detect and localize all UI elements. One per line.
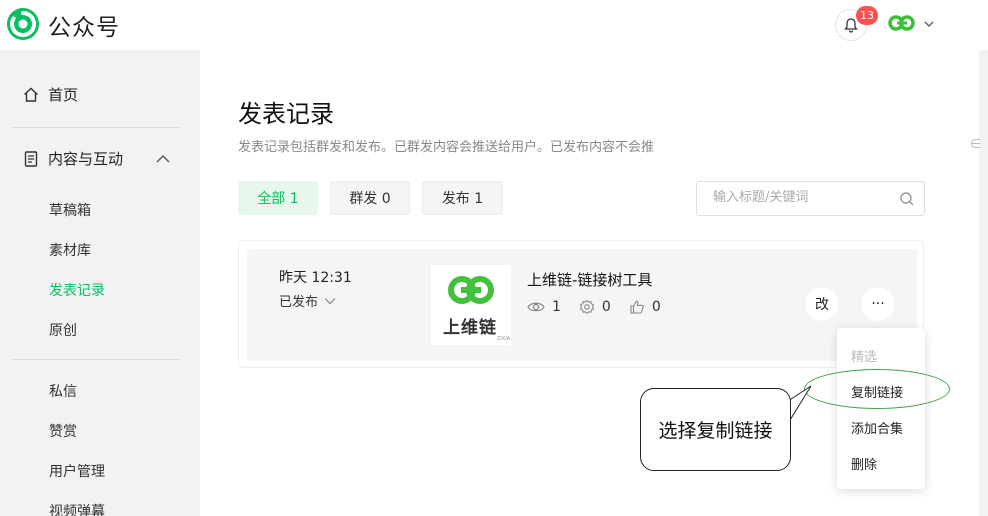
sidebar-item-messages[interactable]: 私信 — [49, 381, 77, 401]
sidebar-item-label: 首页 — [48, 86, 79, 104]
sidebar-section-content[interactable]: 内容与互动 — [22, 148, 123, 169]
sidebar-item-original[interactable]: 原创 — [49, 320, 77, 340]
article-title[interactable]: 上维链-链接树工具 — [527, 269, 652, 290]
tab-all[interactable]: 全部 1 — [238, 181, 318, 215]
edge-glyph: ∈ — [970, 137, 982, 152]
wechat-logo-icon[interactable] — [6, 7, 40, 41]
home-icon — [24, 87, 38, 102]
annotation-callout: 选择复制链接 — [640, 388, 791, 471]
sidebar-item-rewards[interactable]: 赞赏 — [49, 421, 77, 441]
record-row: 昨天 12:31 已发布 上维链 ZIXIA 上维链-链接树工具 1 0 0 改… — [247, 249, 917, 361]
sidebar-divider — [12, 359, 180, 360]
sidebar-item-materials[interactable]: 素材库 — [49, 240, 91, 260]
sidebar: 首页 内容与互动 草稿箱 素材库 发表记录 原创 私信 赞赏 用户管理 视频弹幕 — [0, 50, 200, 516]
views-stat: 1 — [527, 299, 561, 315]
more-options-button[interactable]: ··· — [861, 287, 895, 321]
record-time: 昨天 12:31 — [279, 270, 352, 286]
search-input[interactable] — [713, 190, 893, 205]
article-thumbnail[interactable]: 上维链 ZIXIA — [431, 265, 511, 345]
thumbnail-text: 上维链 — [443, 318, 497, 338]
shares-stat: 0 — [579, 299, 611, 315]
sidebar-item-drafts[interactable]: 草稿箱 — [49, 200, 91, 220]
tab-published[interactable]: 发布 1 — [422, 181, 503, 215]
tab-mass-send[interactable]: 群发 0 — [330, 181, 410, 215]
brand-title[interactable]: 公众号 — [48, 8, 120, 42]
page-description: 发表记录包括群发和发布。已群发内容会推送给用户。已发布内容不会推 — [238, 140, 655, 155]
chevron-up-icon[interactable] — [155, 153, 171, 165]
menu-item-featured: 精选 — [851, 350, 878, 365]
likes-count: 0 — [651, 299, 661, 315]
sidebar-item-danmaku[interactable]: 视频弹幕 — [49, 501, 105, 516]
sidebar-item-users[interactable]: 用户管理 — [49, 461, 105, 481]
sidebar-divider — [12, 127, 180, 128]
record-card: 昨天 12:31 已发布 上维链 ZIXIA 上维链-链接树工具 1 0 0 改… — [238, 240, 924, 368]
chevron-down-icon[interactable] — [922, 17, 936, 31]
sidebar-section-label: 内容与互动 — [48, 150, 124, 168]
link-chain-icon — [448, 276, 494, 304]
menu-item-add-collection[interactable]: 添加合集 — [851, 418, 903, 437]
account-avatar-icon[interactable] — [888, 12, 916, 36]
thumbnail-small-text: ZIXIA — [497, 336, 511, 342]
menu-item-delete[interactable]: 删除 — [851, 454, 877, 473]
eye-icon — [527, 302, 545, 312]
views-count: 1 — [552, 299, 561, 315]
record-status[interactable]: 已发布 — [279, 291, 336, 310]
likes-stat: 0 — [629, 299, 661, 315]
gear-icon — [579, 299, 595, 315]
record-status-label: 已发布 — [279, 295, 319, 310]
edit-button[interactable]: 改 — [805, 287, 839, 321]
document-icon — [24, 150, 38, 167]
page-edge — [979, 50, 988, 516]
shares-count: 0 — [601, 299, 611, 315]
sidebar-item-publish-records[interactable]: 发表记录 — [49, 280, 105, 300]
chevron-down-icon — [324, 297, 336, 304]
sidebar-item-home[interactable]: 首页 — [22, 84, 78, 105]
highlight-ellipse — [804, 369, 950, 409]
article-stats: 1 0 0 — [527, 299, 679, 315]
notification-badge: 13 — [856, 6, 878, 25]
thumbs-up-icon — [630, 300, 644, 314]
page-title: 发表记录 — [238, 100, 334, 128]
search-icon[interactable] — [899, 191, 915, 207]
top-bar: 公众号 13 — [0, 0, 988, 50]
search-box[interactable] — [696, 181, 925, 216]
